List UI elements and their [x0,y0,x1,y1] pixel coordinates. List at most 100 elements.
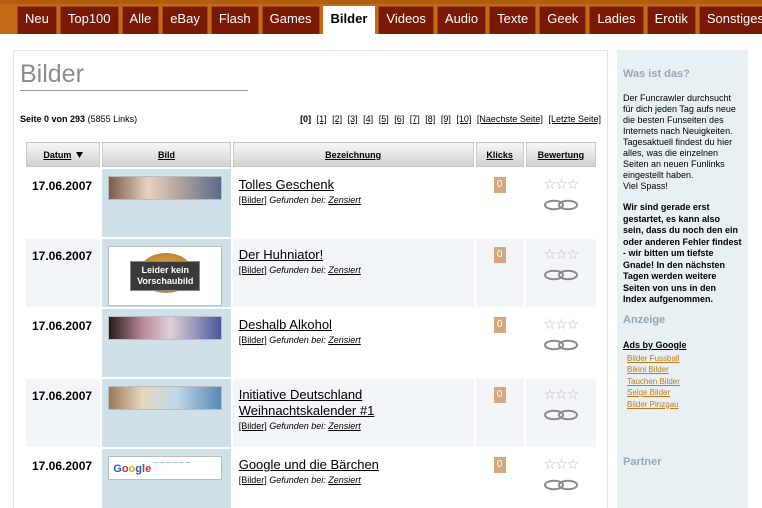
table-row: 17.06.2007 Deshalb Alkohol [Bilder] Gefu… [26,309,596,377]
category-link[interactable]: [Bilder] [239,195,267,205]
source-link[interactable]: Zensiert [328,335,361,345]
row-image-cell [102,309,231,377]
star-rating-icon[interactable]: ☆☆☆ [526,177,596,191]
category-link[interactable]: [Bilder] [239,421,267,431]
tab-top100[interactable]: Top100 [59,6,119,34]
col-date[interactable]: Datum [26,142,101,167]
tab-bilder[interactable]: Bilder [322,6,376,34]
col-clicks-label[interactable]: Klicks [486,150,513,160]
found-at-label: Gefunden bei: [269,195,326,205]
thumbnail-image[interactable] [108,386,223,410]
page-link-1[interactable]: [1] [317,114,327,124]
row-clicks: 0 [476,169,524,237]
tab-neu[interactable]: Neu [17,6,57,34]
tab-sonstiges[interactable]: Sonstiges [698,6,762,34]
col-clicks[interactable]: Klicks [475,142,524,167]
about-greeting: Viel Spass! [623,181,668,191]
links-table: Datum Bild Bezeichnung Klicks Bewertung … [24,140,598,508]
row-date: 17.06.2007 [26,379,101,447]
nav-tabs: Neu Top100 Alle eBay Flash Games Bilder … [17,6,762,34]
tab-texte[interactable]: Texte [489,6,537,34]
chain-link-icon[interactable] [543,479,579,491]
page-link-2[interactable]: [2] [332,114,342,124]
ad-link[interactable]: Bilder Pinzgau [627,399,742,411]
source-link[interactable]: Zensiert [328,475,361,485]
page-link-0[interactable]: [0] [300,114,311,124]
partner-heading: Partner [623,456,662,468]
source-link[interactable]: Zensiert [328,421,361,431]
main-content: Bilder Seite 0 von 293 (5855 Links) [0] … [13,50,608,508]
category-link[interactable]: [Bilder] [239,265,267,275]
row-clicks: 0 [475,379,524,447]
row-rating: ☆☆☆ [525,379,596,447]
page-link-3[interactable]: [3] [348,114,358,124]
thumbnail-image[interactable] [108,316,223,340]
row-rating: ☆☆☆ [526,169,596,237]
row-image-cell [102,379,231,447]
entry-title-link[interactable]: Tolles Geschenk [239,177,474,193]
row-description: Der Huhniator! [Bilder] Gefunden bei: Ze… [232,239,474,307]
chain-link-icon[interactable] [543,339,579,351]
row-date: 17.06.2007 [32,319,93,333]
ad-link[interactable]: Tauchen Bilder [627,376,742,388]
col-rating[interactable]: Bewertung [525,142,596,167]
google-links-graphic: — — — — — — [153,460,191,466]
star-rating-icon[interactable]: ☆☆☆ [526,387,596,401]
star-rating-icon[interactable]: ☆☆☆ [526,457,596,471]
row-description: Google und die Bärchen [Bilder] Gefunden… [233,449,474,508]
entry-meta: [Bilder] Gefunden bei: Zensiert [239,421,474,431]
clicks-count: 0 [493,317,506,333]
ad-link[interactable]: Seige Bilder [627,387,742,399]
entry-title-link[interactable]: Der Huhniator! [239,247,474,263]
no-preview-line-1: Leider kein [141,265,190,275]
page-link-5[interactable]: [5] [379,114,389,124]
entry-meta: [Bilder] Gefunden bei: Zensiert [239,475,474,485]
col-date-label[interactable]: Datum [43,150,71,160]
col-image[interactable]: Bild [102,142,231,167]
tab-videos[interactable]: Videos [378,6,434,34]
entry-title-link[interactable]: Google und die Bärchen [239,457,474,473]
tab-ladies[interactable]: Ladies [589,6,644,34]
col-rating-label[interactable]: Bewertung [538,150,585,160]
entry-title-link[interactable]: Deshalb Alkohol [239,317,474,333]
source-link[interactable]: Zensiert [328,265,361,275]
found-at-label: Gefunden bei: [269,265,326,275]
page-link-10[interactable]: [10] [456,114,471,124]
page-link-8[interactable]: [8] [425,114,435,124]
ad-heading: Anzeige [623,313,666,326]
category-link[interactable]: [Bilder] [239,335,267,345]
col-name[interactable]: Bezeichnung [232,142,474,167]
chain-link-icon[interactable] [543,199,579,211]
clicks-count: 0 [493,247,506,263]
tab-geek[interactable]: Geek [539,6,587,34]
star-rating-icon[interactable]: ☆☆☆ [526,247,596,261]
thumbnail-image[interactable] [108,176,223,200]
ad-link[interactable]: Bilder Fussball [627,353,742,365]
page-link-9[interactable]: [9] [441,114,451,124]
chain-link-icon[interactable] [543,409,579,421]
tab-erotik[interactable]: Erotik [646,6,696,34]
tab-games[interactable]: Games [261,6,320,34]
tab-ebay[interactable]: eBay [162,6,208,34]
last-page-link[interactable]: [Letzte Seite] [548,114,601,124]
next-page-link[interactable]: [Naechste Seite] [477,114,543,124]
col-image-label[interactable]: Bild [158,150,175,160]
entry-meta: [Bilder] Gefunden bei: Zensiert [239,335,474,345]
tab-audio[interactable]: Audio [436,6,487,34]
tab-alle[interactable]: Alle [121,6,160,34]
no-preview-image[interactable]: Leider kein Vorschaubild [108,246,223,306]
chain-link-icon[interactable] [543,269,579,281]
page-link-7[interactable]: [7] [410,114,420,124]
star-rating-icon[interactable]: ☆☆☆ [526,317,596,331]
category-link[interactable]: [Bilder] [239,475,267,485]
tab-flash[interactable]: Flash [210,6,259,34]
source-link[interactable]: Zensiert [328,195,361,205]
page-title: Bilder [20,61,248,91]
page-link-4[interactable]: [4] [363,114,373,124]
col-name-label[interactable]: Bezeichnung [325,150,381,160]
entry-title-link[interactable]: Initiative Deutschland Weihnachtskalende… [239,387,474,419]
page-link-6[interactable]: [6] [394,114,404,124]
ad-link[interactable]: Bikini Bilder [627,364,742,376]
ads-by-google-link[interactable]: Ads by Google [623,340,742,350]
thumbnail-image[interactable]: Google — — — — — — [108,456,223,480]
